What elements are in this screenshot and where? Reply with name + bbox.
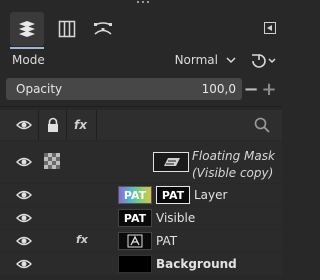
- panel-grip[interactable]: [0, 0, 282, 8]
- visibility-eye-icon[interactable]: [16, 189, 32, 201]
- layer-effects-icon[interactable]: fx: [76, 233, 88, 246]
- column-divider: [66, 110, 67, 140]
- opacity-label: Opacity: [16, 82, 63, 96]
- tab-paths[interactable]: [86, 12, 120, 46]
- mode-value: Normal: [174, 53, 218, 67]
- visibility-eye-icon[interactable]: [16, 235, 32, 247]
- search-icon[interactable]: [254, 117, 270, 133]
- layer-row-pat[interactable]: fx PAT: [0, 230, 282, 252]
- mode-row: Mode Normal: [0, 48, 282, 74]
- layer-row-visible[interactable]: PAT Visible: [0, 207, 282, 229]
- visibility-eye-icon[interactable]: [16, 212, 32, 224]
- floating-mask-name-line1: Floating Mask: [192, 149, 275, 163]
- mask-shape-icon: [164, 158, 180, 166]
- layer-row-floating-mask[interactable]: Floating Mask (Visible copy): [0, 141, 282, 183]
- grip-dots-icon: [137, 1, 149, 5]
- tab-channels[interactable]: [50, 12, 84, 46]
- layers-list-header: fx: [0, 110, 282, 140]
- mode-label: Mode: [12, 53, 45, 67]
- layer-thumbnail[interactable]: [118, 255, 152, 273]
- opacity-value: 100,0: [201, 82, 236, 96]
- layer-name[interactable]: Layer: [194, 188, 227, 202]
- configure-tab-icon[interactable]: [264, 22, 276, 34]
- floating-mask-name-line2: (Visible copy): [192, 166, 274, 180]
- opacity-increase-button[interactable]: +: [260, 78, 278, 100]
- tab-layers[interactable]: [10, 12, 44, 46]
- mode-select[interactable]: Normal: [140, 51, 240, 71]
- layer-name[interactable]: PAT: [156, 234, 177, 248]
- composite-mode-button[interactable]: [246, 50, 278, 72]
- divider: [0, 106, 282, 107]
- chevron-down-icon: [226, 57, 236, 64]
- channels-icon: [58, 20, 76, 38]
- visibility-eye-icon[interactable]: [16, 258, 32, 270]
- paths-icon: [94, 22, 112, 35]
- layers-icon: [19, 21, 35, 37]
- eye-icon[interactable]: [16, 117, 32, 133]
- layer-row-layer[interactable]: PAT PAT Layer: [0, 184, 282, 206]
- layer-name[interactable]: Background: [156, 257, 237, 271]
- dock-tab-bar: [0, 8, 282, 49]
- layer-name[interactable]: Visible: [156, 211, 195, 225]
- column-divider: [96, 110, 97, 140]
- fx-icon[interactable]: fx: [74, 118, 87, 132]
- layer-row-background[interactable]: Background: [0, 253, 282, 275]
- opacity-spinscale[interactable]: Opacity 100,0: [6, 78, 242, 100]
- composite-mode-icon: [252, 54, 276, 68]
- column-divider: [38, 110, 39, 140]
- layer-mask-thumbnail[interactable]: PAT: [156, 186, 190, 204]
- text-layer-icon: [127, 234, 143, 248]
- floating-mask-name: Floating Mask (Visible copy): [192, 148, 275, 182]
- layer-thumbnail[interactable]: PAT: [118, 186, 152, 204]
- checkerboard-icon: [44, 153, 60, 169]
- text-layer-thumbnail[interactable]: [118, 232, 152, 250]
- opacity-decrease-button[interactable]: −: [242, 78, 260, 100]
- layer-thumbnail[interactable]: PAT: [118, 209, 152, 227]
- lock-icon[interactable]: [45, 117, 61, 133]
- opacity-row: Opacity 100,0 − +: [6, 78, 278, 100]
- floating-mask-thumbnail[interactable]: [153, 152, 189, 172]
- visibility-eye-icon[interactable]: [16, 156, 32, 168]
